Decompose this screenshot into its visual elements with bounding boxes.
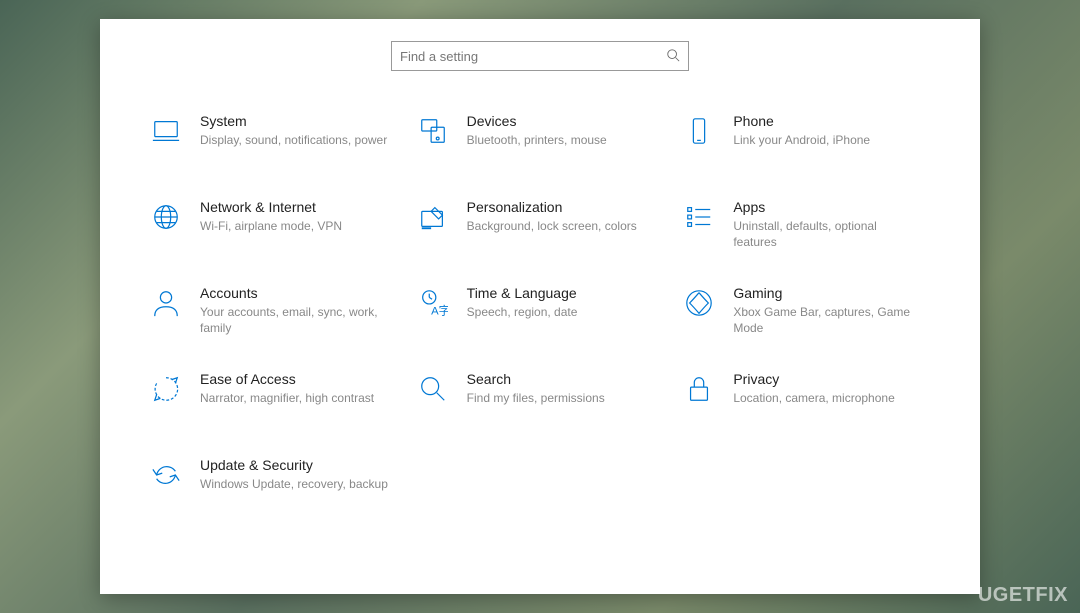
person-icon xyxy=(150,287,182,319)
category-phone[interactable]: Phone Link your Android, iPhone xyxy=(683,113,930,169)
personalization-icon xyxy=(417,201,449,233)
category-accounts[interactable]: Accounts Your accounts, email, sync, wor… xyxy=(150,285,397,341)
category-title: Time & Language xyxy=(467,285,578,301)
category-desc: Find my files, permissions xyxy=(467,390,605,406)
category-desc: Speech, region, date xyxy=(467,304,578,320)
category-apps[interactable]: Apps Uninstall, defaults, optional featu… xyxy=(683,199,930,255)
update-icon xyxy=(150,459,182,491)
category-search[interactable]: Search Find my files, permissions xyxy=(417,371,664,427)
system-icon xyxy=(150,115,182,147)
category-devices[interactable]: Devices Bluetooth, printers, mouse xyxy=(417,113,664,169)
category-title: Privacy xyxy=(733,371,894,387)
category-title: Ease of Access xyxy=(200,371,374,387)
category-title: Update & Security xyxy=(200,457,388,473)
category-grid: System Display, sound, notifications, po… xyxy=(150,113,930,513)
search-container xyxy=(150,41,930,71)
category-desc: Bluetooth, printers, mouse xyxy=(467,132,607,148)
category-title: Personalization xyxy=(467,199,637,215)
category-desc: Background, lock screen, colors xyxy=(467,218,637,234)
svg-text:A字: A字 xyxy=(431,303,448,317)
devices-icon xyxy=(417,115,449,147)
category-desc: Link your Android, iPhone xyxy=(733,132,870,148)
category-desc: Xbox Game Bar, captures, Game Mode xyxy=(733,304,923,336)
category-desc: Windows Update, recovery, backup xyxy=(200,476,388,492)
category-network[interactable]: Network & Internet Wi-Fi, airplane mode,… xyxy=(150,199,397,255)
category-personalization[interactable]: Personalization Background, lock screen,… xyxy=(417,199,664,255)
search-icon xyxy=(666,48,680,65)
category-title: Phone xyxy=(733,113,870,129)
category-title: Network & Internet xyxy=(200,199,342,215)
phone-icon xyxy=(683,115,715,147)
category-system[interactable]: System Display, sound, notifications, po… xyxy=(150,113,397,169)
category-desc: Narrator, magnifier, high contrast xyxy=(200,390,374,406)
search-input[interactable] xyxy=(400,49,666,64)
category-update-security[interactable]: Update & Security Windows Update, recove… xyxy=(150,457,397,513)
category-title: System xyxy=(200,113,387,129)
search-box[interactable] xyxy=(391,41,689,71)
category-privacy[interactable]: Privacy Location, camera, microphone xyxy=(683,371,930,427)
watermark: UGETFIX xyxy=(978,584,1068,607)
apps-icon xyxy=(683,201,715,233)
category-title: Apps xyxy=(733,199,923,215)
category-desc: Location, camera, microphone xyxy=(733,390,894,406)
category-desc: Uninstall, defaults, optional features xyxy=(733,218,923,250)
category-time-language[interactable]: A字 Time & Language Speech, region, date xyxy=(417,285,664,341)
ease-of-access-icon xyxy=(150,373,182,405)
category-ease-of-access[interactable]: Ease of Access Narrator, magnifier, high… xyxy=(150,371,397,427)
gaming-icon xyxy=(683,287,715,319)
lock-icon xyxy=(683,373,715,405)
category-title: Search xyxy=(467,371,605,387)
category-title: Devices xyxy=(467,113,607,129)
category-gaming[interactable]: Gaming Xbox Game Bar, captures, Game Mod… xyxy=(683,285,930,341)
category-desc: Display, sound, notifications, power xyxy=(200,132,387,148)
time-language-icon: A字 xyxy=(417,287,449,319)
category-title: Accounts xyxy=(200,285,390,301)
magnifier-icon xyxy=(417,373,449,405)
globe-icon xyxy=(150,201,182,233)
settings-window: System Display, sound, notifications, po… xyxy=(100,19,980,594)
category-desc: Your accounts, email, sync, work, family xyxy=(200,304,390,336)
category-desc: Wi-Fi, airplane mode, VPN xyxy=(200,218,342,234)
category-title: Gaming xyxy=(733,285,923,301)
